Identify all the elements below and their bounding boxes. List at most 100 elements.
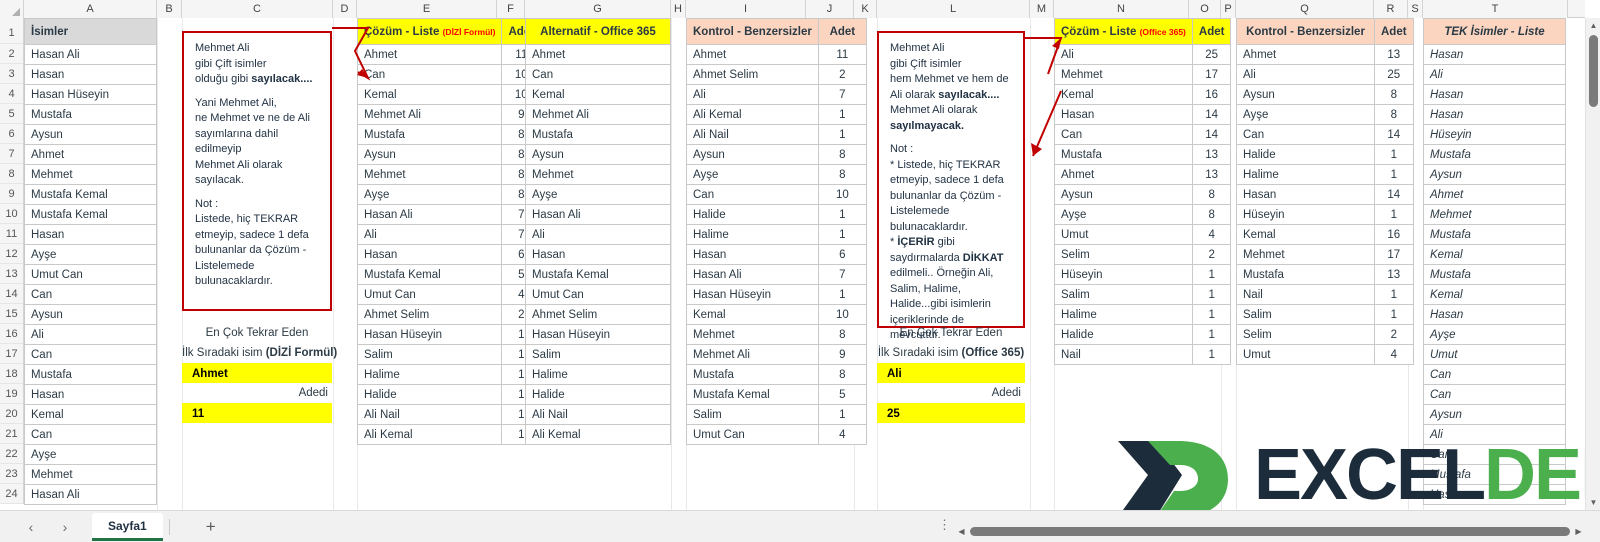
cell-name[interactable]: Ahmet <box>686 44 819 65</box>
table-row[interactable]: Mustafa Kemal <box>24 184 157 205</box>
cell-count[interactable]: 13 <box>1191 144 1232 165</box>
table-row[interactable]: Hasan <box>1423 44 1566 65</box>
cell-name[interactable]: Mehmet Ali <box>356 104 503 125</box>
row-header-3[interactable]: 3 <box>0 64 23 84</box>
table-row[interactable]: Ahmet 13 <box>1054 164 1232 185</box>
table-kontrol-benzersizler-1[interactable]: Kontrol - Benzersizler Adet Ahmet 11 Ahmet… <box>686 18 867 445</box>
row-header-15[interactable]: 15 <box>0 304 23 324</box>
cell-name[interactable]: Mustafa Kemal <box>24 204 157 225</box>
cell-name[interactable]: Halide <box>686 204 819 225</box>
row-header-19[interactable]: 19 <box>0 384 23 404</box>
cell-count[interactable]: 14 <box>1374 184 1414 205</box>
table-row[interactable]: Ali Kemal <box>525 424 671 445</box>
table-row[interactable]: Aysun 8 <box>356 144 542 165</box>
table-row[interactable]: Hasan <box>1423 484 1566 505</box>
cell-name[interactable]: Hüseyin <box>1236 204 1375 225</box>
cell-name[interactable]: Ahmet <box>525 44 671 65</box>
cell-name[interactable]: Hasan Ali <box>24 44 157 65</box>
cell-name[interactable]: Ali <box>356 224 503 245</box>
column-header-L[interactable]: L <box>877 0 1030 18</box>
cell-name[interactable]: Ayşe <box>1236 104 1375 125</box>
cell-name[interactable]: Halide <box>1236 144 1375 165</box>
cell-name[interactable]: Ayşe <box>686 164 819 185</box>
table-row[interactable]: Ali Kemal 1 <box>356 424 542 445</box>
cell-name[interactable]: Hasan Hüseyin <box>356 324 503 345</box>
row-header-5[interactable]: 5 <box>0 104 23 124</box>
table-cozum-liste-dizi[interactable]: Çözüm - Liste (DİZİ Formül) Adet Ahmet 11… <box>356 18 542 445</box>
table-row[interactable]: Hasan 14 <box>1236 184 1414 205</box>
table-row[interactable]: Ahmet Selim <box>525 304 671 325</box>
cell-name[interactable]: Ali Kemal <box>356 424 503 445</box>
cell-name[interactable]: Hasan Hüseyin <box>24 84 157 105</box>
cell-name[interactable]: Aysun <box>1054 184 1193 205</box>
column-header-P[interactable]: P <box>1221 0 1236 18</box>
cell-name[interactable]: Salim <box>1054 284 1193 305</box>
cell-name[interactable]: Ahmet <box>24 144 157 165</box>
cell-name[interactable]: Aysun <box>1423 164 1566 185</box>
table-row[interactable]: Nail 1 <box>1054 344 1232 365</box>
table-row[interactable]: Ayşe 8 <box>686 164 867 185</box>
cell-name[interactable]: Mehmet <box>1054 64 1193 85</box>
cell-count[interactable]: 13 <box>1191 164 1232 185</box>
cell-count[interactable]: 1 <box>1191 344 1232 365</box>
cell-count[interactable]: 8 <box>1191 204 1232 225</box>
table-row[interactable]: Salim 1 <box>1236 304 1414 325</box>
cell-name[interactable]: Umut Can <box>525 284 671 305</box>
worksheet-grid[interactable]: İsimler Hasan Ali Hasan Hasan Hüseyin Musta… <box>24 18 1585 510</box>
row-header-8[interactable]: 8 <box>0 164 23 184</box>
cell-count[interactable]: 10 <box>817 304 867 325</box>
table-row[interactable]: Hasan <box>1423 104 1566 125</box>
table-row[interactable]: Hasan Ali <box>525 204 671 225</box>
cell-count[interactable]: 16 <box>1191 84 1232 105</box>
cell-name[interactable]: Halide <box>356 384 503 405</box>
row-header-4[interactable]: 4 <box>0 84 23 104</box>
cell-name[interactable]: Halime <box>356 364 503 385</box>
cell-name[interactable]: Can <box>525 64 671 85</box>
table-row[interactable]: Ali <box>24 324 157 345</box>
sheet-tab-sayfa1[interactable]: Sayfa1 <box>92 512 163 541</box>
table-row[interactable]: Kemal <box>525 84 671 105</box>
table-row[interactable]: Ali Nail 1 <box>686 124 867 145</box>
table-row[interactable]: Mehmet 8 <box>356 164 542 185</box>
cell-name[interactable]: Ali <box>1423 424 1566 445</box>
table-row[interactable]: Ali 25 <box>1054 44 1232 65</box>
row-header-18[interactable]: 18 <box>0 364 23 384</box>
table-row[interactable]: Selim 2 <box>1236 324 1414 345</box>
cell-name[interactable]: Ahmet Selim <box>686 64 819 85</box>
cell-name[interactable]: Nail <box>1236 284 1375 305</box>
cell-count[interactable]: 11 <box>817 44 867 65</box>
cell-name[interactable]: Ayşe <box>24 444 157 465</box>
cell-name[interactable]: Mehmet Ali <box>686 344 819 365</box>
column-header-R[interactable]: R <box>1374 0 1408 18</box>
table-row[interactable]: Ayşe <box>525 184 671 205</box>
column-header-C[interactable]: C <box>182 0 333 18</box>
cell-name[interactable]: Selim <box>1236 324 1375 345</box>
cell-name[interactable]: Hasan <box>1236 184 1375 205</box>
table-row[interactable]: Ali <box>1423 424 1566 445</box>
cell-name[interactable]: Salim <box>686 404 819 425</box>
row-header-1[interactable]: 1 <box>0 18 23 44</box>
cell-count[interactable]: 1 <box>1191 324 1232 345</box>
cell-count[interactable]: 1 <box>817 124 867 145</box>
cell-name[interactable]: Mustafa <box>356 124 503 145</box>
table-row[interactable]: Aysun <box>1423 404 1566 425</box>
cell-name[interactable]: Kemal <box>1054 84 1193 105</box>
table-row[interactable]: Aysun <box>1423 164 1566 185</box>
table-row[interactable]: Can <box>24 344 157 365</box>
cell-count[interactable]: 8 <box>817 144 867 165</box>
horizontal-scrollbar[interactable]: ◀ ▶ <box>955 525 1585 538</box>
cell-name[interactable]: Aysun <box>356 144 503 165</box>
table-alternatif-office365[interactable]: Alternatif - Office 365 Ahmet Can Kemal Meh… <box>525 18 671 445</box>
cell-name[interactable]: Salim <box>525 344 671 365</box>
cell-name[interactable]: Mustafa <box>686 364 819 385</box>
cell-count[interactable]: 1 <box>1374 204 1414 225</box>
table-row[interactable]: Ahmet 11 <box>356 44 542 65</box>
row-header-13[interactable]: 13 <box>0 264 23 284</box>
table-row[interactable]: Can <box>525 64 671 85</box>
cell-name[interactable]: Kemal <box>686 304 819 325</box>
table-row[interactable]: Hasan <box>1423 84 1566 105</box>
cell-count[interactable]: 14 <box>1191 124 1232 145</box>
table-row[interactable]: Aysun 8 <box>1054 184 1232 205</box>
cell-name[interactable]: Hasan <box>1423 484 1566 505</box>
cell-name[interactable]: Can <box>356 64 503 85</box>
